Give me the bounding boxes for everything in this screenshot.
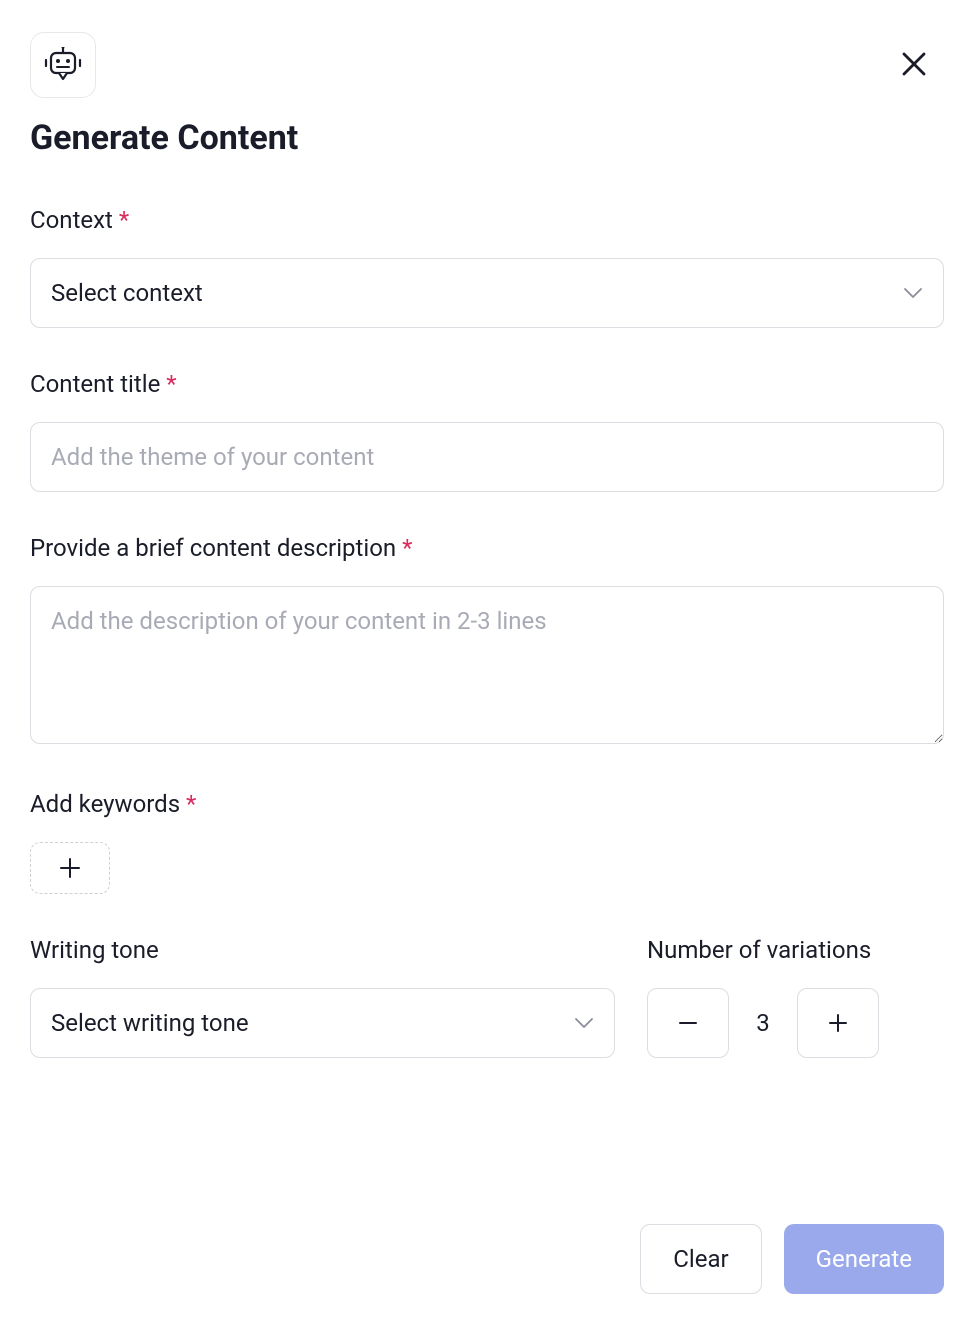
required-star: * bbox=[396, 534, 412, 562]
bot-icon-badge bbox=[30, 32, 96, 98]
context-select-value: Select context bbox=[51, 279, 203, 307]
writing-tone-select-value: Select writing tone bbox=[51, 1009, 249, 1037]
chevron-down-icon bbox=[903, 287, 923, 299]
increment-button[interactable] bbox=[797, 988, 879, 1058]
content-title-label: Content title * bbox=[30, 370, 944, 398]
keywords-label: Add keywords * bbox=[30, 790, 944, 818]
content-title-input[interactable] bbox=[30, 422, 944, 492]
minus-icon bbox=[677, 1012, 699, 1034]
bot-icon bbox=[43, 47, 83, 83]
generate-button[interactable]: Generate bbox=[784, 1224, 944, 1294]
description-label: Provide a brief content description * bbox=[30, 534, 944, 562]
writing-tone-label: Writing tone bbox=[30, 936, 615, 964]
description-textarea[interactable] bbox=[30, 586, 944, 744]
add-keyword-button[interactable] bbox=[30, 842, 110, 894]
variations-label: Number of variations bbox=[647, 936, 944, 964]
required-star: * bbox=[160, 370, 176, 398]
context-select[interactable]: Select context bbox=[30, 258, 944, 328]
close-icon bbox=[901, 51, 927, 77]
page-title: Generate Content bbox=[30, 118, 944, 158]
close-button[interactable] bbox=[894, 44, 934, 84]
variations-value: 3 bbox=[753, 1009, 773, 1037]
decrement-button[interactable] bbox=[647, 988, 729, 1058]
clear-button[interactable]: Clear bbox=[640, 1224, 761, 1294]
required-star: * bbox=[113, 206, 129, 234]
writing-tone-select[interactable]: Select writing tone bbox=[30, 988, 615, 1058]
variations-stepper: 3 bbox=[647, 988, 944, 1058]
plus-icon bbox=[827, 1012, 849, 1034]
context-label: Context * bbox=[30, 206, 944, 234]
chevron-down-icon bbox=[574, 1017, 594, 1029]
plus-icon bbox=[59, 857, 81, 879]
required-star: * bbox=[180, 790, 196, 818]
